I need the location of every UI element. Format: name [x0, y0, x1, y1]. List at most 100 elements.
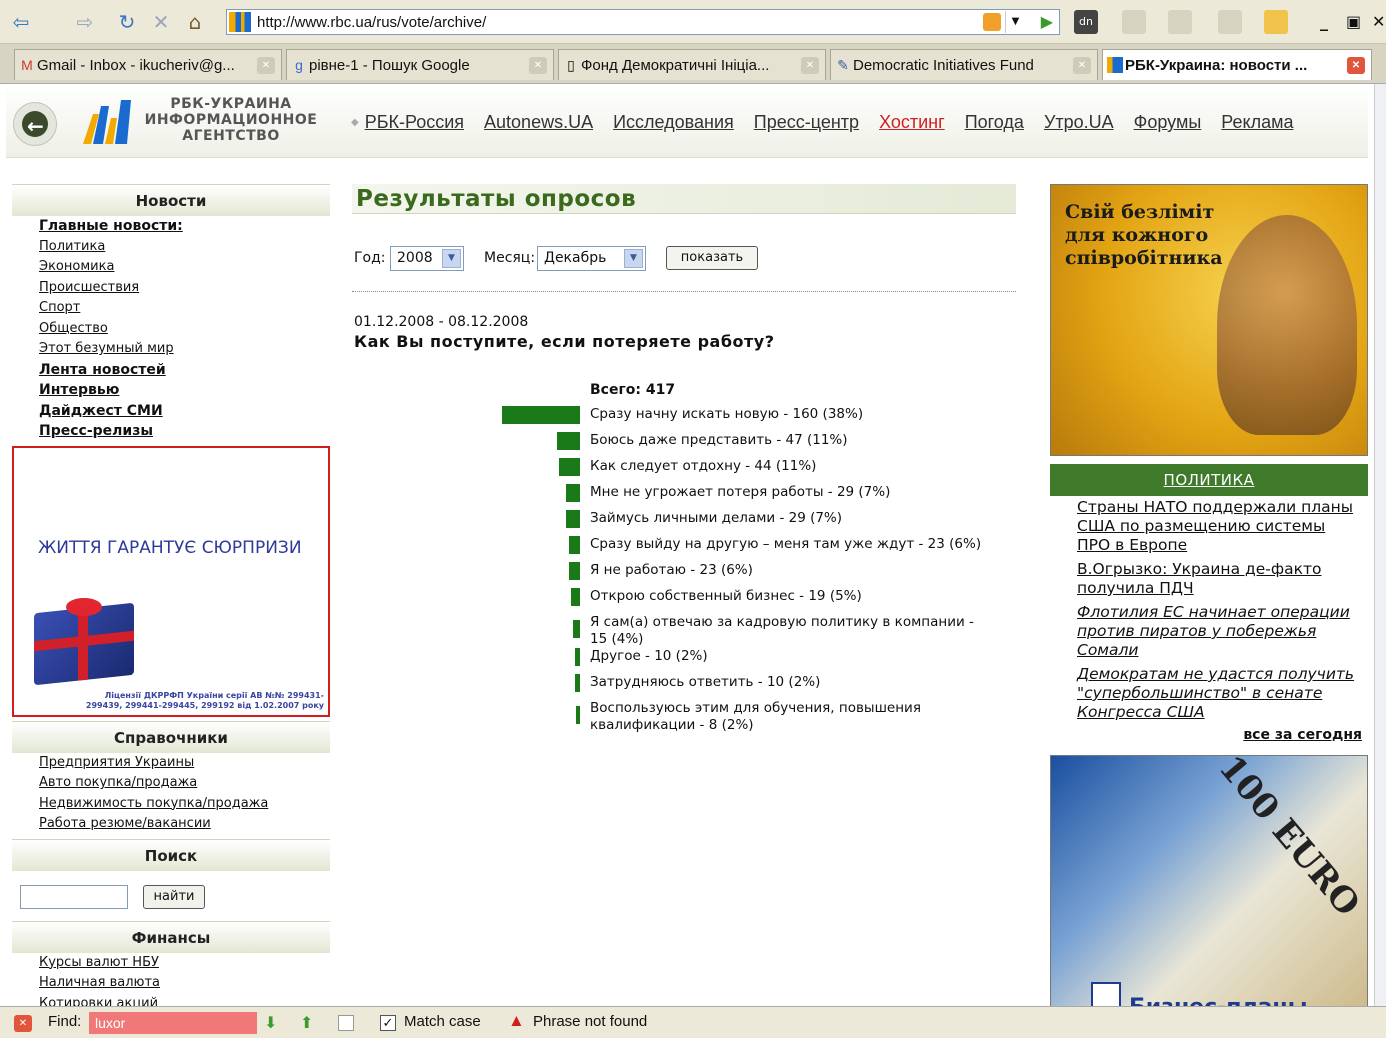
sidebar-link-digest[interactable]: Дайджест СМИ — [39, 401, 330, 422]
nav-weather[interactable]: Погода — [965, 112, 1024, 133]
page-scrollbar[interactable] — [1374, 84, 1386, 1006]
warning-icon: ▲ — [508, 1011, 525, 1030]
url-dropdown-icon[interactable]: ▼ — [1005, 11, 1025, 33]
arrow-left-icon: ← — [27, 114, 44, 138]
key-icon[interactable] — [1264, 10, 1288, 34]
close-window-icon[interactable]: ✕ — [1372, 12, 1385, 31]
sidebar-link-newsfeed[interactable]: Лента новостей — [39, 360, 330, 381]
ad-banner-bottom[interactable]: 100 EURO Бизнес-планы — [1050, 755, 1368, 1006]
tab-label: рівне-1 - Пошук Google — [309, 56, 470, 74]
gift-bow-icon — [66, 597, 102, 616]
find-previous-icon[interactable]: ⬆ — [300, 1013, 313, 1033]
news-item[interactable]: Демократам не удастся получить "супербол… — [1077, 665, 1357, 722]
sidebar-link-sport[interactable]: Спорт — [39, 298, 330, 319]
all-today-link[interactable]: все за сегодня — [1243, 727, 1362, 743]
site-back-button[interactable]: ← — [13, 102, 57, 146]
forward-icon[interactable]: ⇨ — [72, 10, 98, 34]
logo-line: АГЕНТСТВО — [182, 128, 280, 144]
tab-fond[interactable]: ▯ Фонд Демократичні Ініціа... ✕ — [558, 49, 826, 80]
poll-option-label: Мне не угрожает потеря работы - 29 (7%) — [590, 484, 891, 500]
reload-icon[interactable]: ↻ — [114, 10, 140, 34]
rss-icon[interactable] — [983, 13, 1001, 31]
poll-bar — [566, 484, 580, 502]
dn-toolbar-button[interactable]: dn — [1074, 10, 1098, 34]
close-tab-icon[interactable]: ✕ — [1347, 57, 1365, 74]
search-button[interactable]: найти — [143, 884, 205, 909]
restore-icon[interactable]: ▣ — [1346, 12, 1361, 31]
sidebar-link-main-news[interactable]: Главные новости: — [39, 216, 330, 237]
tab-label: Gmail - Inbox - ikucheriv@g... — [37, 56, 235, 74]
sidebar-link-nbu-rates[interactable]: Курсы валют НБУ — [39, 953, 330, 974]
nav-rbc-russia[interactable]: РБК-Россия — [365, 112, 464, 133]
go-icon[interactable]: ▶ — [1041, 12, 1053, 31]
poll-option-label: Займусь личными делами - 29 (7%) — [590, 510, 843, 526]
find-input[interactable]: luxor — [89, 1012, 257, 1034]
highlight-all-icon[interactable] — [338, 1015, 354, 1031]
nav-autonews[interactable]: Autonews.UA — [484, 112, 593, 133]
match-case-label[interactable]: Match case — [404, 1013, 481, 1030]
poll-bar — [502, 406, 580, 424]
nav-ads[interactable]: Реклама — [1221, 112, 1293, 133]
poll-option-label: Я сам(а) отвечаю за кадровую политику в … — [590, 614, 974, 647]
nav-press-center[interactable]: Пресс-центр — [754, 112, 859, 133]
sidebar-link-cash-currency[interactable]: Наличная валюта — [39, 973, 330, 994]
find-bar: ✕ Find: luxor ⬇ ⬆ ✓ Match case ▲ Phrase … — [0, 1006, 1386, 1038]
ad-banner-top[interactable]: Свій безліміт для кожного співробітника — [1050, 184, 1368, 456]
sidebar-link-realty[interactable]: Недвижимость покупка/продажа — [39, 794, 330, 815]
sidebar-link-jobs[interactable]: Работа резюме/вакансии — [39, 814, 330, 835]
tab-rbc[interactable]: РБК-Украина: новости ... ✕ — [1102, 49, 1372, 80]
address-bar[interactable]: http://www.rbc.ua/rus/vote/archive/ ▼ ▶ — [226, 9, 1060, 35]
promo-banner[interactable]: ЖИТТЯ ГАРАНТУЄ СЮРПРИЗИ Ліцензії ДКРРФП … — [12, 445, 330, 717]
sidebar-link-interview[interactable]: Интервью — [39, 380, 330, 401]
nav-utro[interactable]: Утро.UA — [1044, 112, 1114, 133]
close-tab-icon[interactable]: ✕ — [257, 57, 275, 74]
match-case-checkbox[interactable]: ✓ — [380, 1015, 396, 1031]
addon-icon-1[interactable] — [1122, 10, 1146, 34]
poll-option-label: Как следует отдохну - 44 (11%) — [590, 458, 817, 474]
search-input[interactable] — [20, 884, 128, 909]
sidebar-link-press-releases[interactable]: Пресс-релизы — [39, 421, 330, 442]
logo-text[interactable]: РБК-УКРАИНА ИНФОРМАЦИОННОЕ АГЕНТСТВО — [142, 96, 320, 144]
close-tab-icon[interactable]: ✕ — [801, 57, 819, 74]
poll-bar — [575, 674, 580, 692]
poll-bar — [575, 648, 580, 666]
news-item[interactable]: В.Огрызко: Украина де-факто получила ПДЧ — [1077, 560, 1357, 598]
tab-gmail[interactable]: M Gmail - Inbox - ikucheriv@g... ✕ — [14, 49, 282, 80]
minimize-icon[interactable]: _ — [1320, 12, 1328, 31]
close-find-icon[interactable]: ✕ — [14, 1015, 32, 1032]
sidebar-link-economy[interactable]: Экономика — [39, 257, 330, 278]
nav-research[interactable]: Исследования — [613, 112, 734, 133]
reference-section-title: Справочники — [12, 720, 330, 753]
edit-icon[interactable] — [1218, 10, 1242, 34]
find-next-icon[interactable]: ⬇ — [264, 1013, 277, 1033]
poll-option-label: Я не работаю - 23 (6%) — [590, 562, 753, 578]
sidebar-link-auto[interactable]: Авто покупка/продажа — [39, 773, 330, 794]
politics-section-title[interactable]: ПОЛИТИКА — [1050, 464, 1368, 496]
rbc-logo-icon[interactable] — [83, 100, 131, 144]
find-label: Find: — [48, 1013, 82, 1030]
url-text[interactable]: http://www.rbc.ua/rus/vote/archive/ — [257, 14, 486, 31]
poll-bar — [573, 620, 580, 638]
poll-option-label: Открою собственный бизнес - 19 (5%) — [590, 588, 862, 604]
tab-label: Фонд Демократичні Ініціа... — [581, 56, 770, 74]
tab-google[interactable]: g рівне-1 - Пошук Google ✕ — [286, 49, 554, 80]
poll-option-label: Затрудняюсь ответить - 10 (2%) — [590, 674, 821, 690]
nav-forums[interactable]: Форумы — [1134, 112, 1202, 133]
sidebar-link-society[interactable]: Общество — [39, 319, 330, 340]
close-tab-icon[interactable]: ✕ — [529, 57, 547, 74]
tab-democratic[interactable]: ✎ Democratic Initiatives Fund ✕ — [830, 49, 1098, 80]
nav-hosting[interactable]: Хостинг — [879, 112, 945, 133]
sidebar-link-crazy-world[interactable]: Этот безумный мир — [39, 339, 330, 360]
sidebar-link-enterprises[interactable]: Предприятия Украины — [39, 753, 330, 774]
site-favicon-icon — [229, 12, 251, 32]
stop-icon[interactable]: ✕ — [148, 10, 174, 34]
sidebar-link-politics[interactable]: Политика — [39, 237, 330, 258]
addon-icon-2[interactable] — [1168, 10, 1192, 34]
sidebar-link-incidents[interactable]: Происшествия — [39, 278, 330, 299]
news-item[interactable]: Флотилия ЕС начинает операции против пир… — [1077, 603, 1357, 660]
sidebar-link-stock-quotes[interactable]: Котировки акций — [39, 994, 330, 1007]
close-tab-icon[interactable]: ✕ — [1073, 57, 1091, 74]
back-icon[interactable]: ⇦ — [8, 10, 34, 34]
home-icon[interactable]: ⌂ — [182, 10, 208, 34]
news-item[interactable]: Страны НАТО поддержали планы США по разм… — [1077, 498, 1357, 555]
